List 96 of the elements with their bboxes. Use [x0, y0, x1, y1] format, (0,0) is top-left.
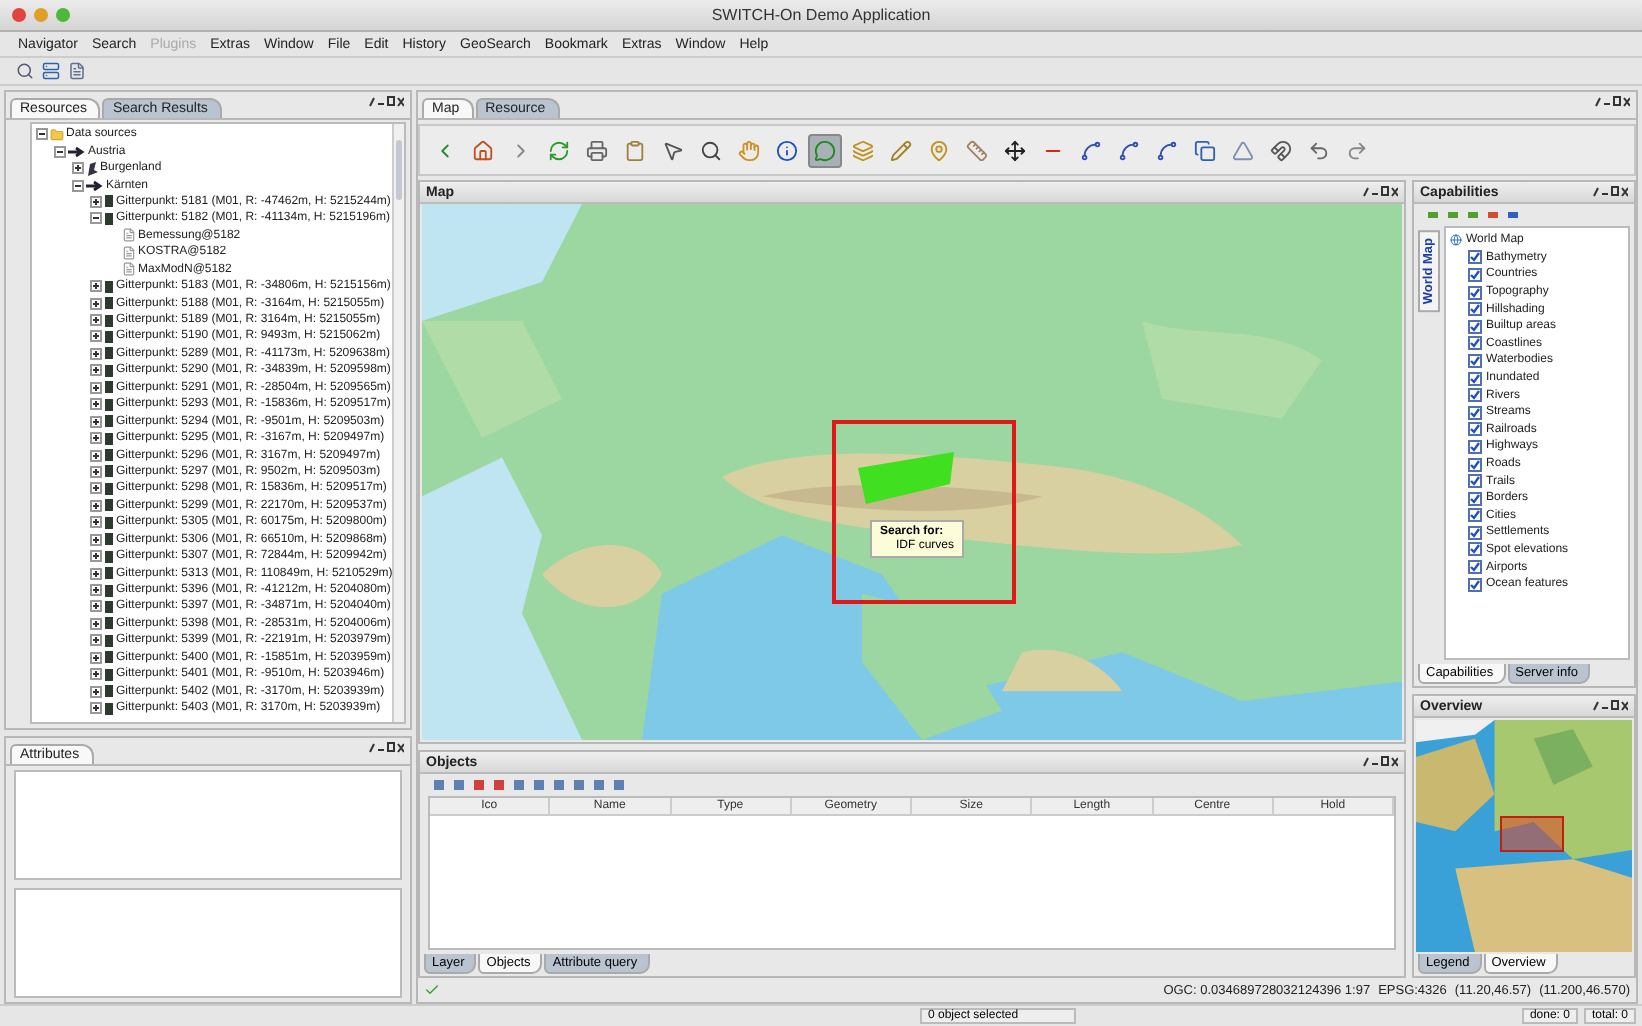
layer-checkbox[interactable]: [1468, 577, 1482, 592]
refresh-icon: [548, 139, 570, 161]
home-icon: [472, 139, 494, 161]
layer-checkbox[interactable]: [1468, 560, 1482, 575]
expand-icon[interactable]: [90, 651, 102, 664]
ruler-icon: [966, 139, 988, 161]
panel-controls-icon[interactable]: [368, 742, 404, 754]
expand-icon[interactable]: [90, 533, 102, 546]
expand-icon[interactable]: [90, 617, 102, 630]
clipboard-icon: [624, 139, 646, 161]
expand-icon[interactable]: [90, 702, 102, 715]
expand-icon[interactable]: [90, 482, 102, 495]
selection-rectangle[interactable]: [832, 420, 1016, 604]
region-icon: [86, 161, 98, 176]
layer-checkbox[interactable]: [1468, 302, 1482, 317]
panel-controls-icon[interactable]: [368, 96, 404, 108]
expand-icon[interactable]: [90, 347, 102, 360]
close-icon[interactable]: [12, 8, 26, 22]
panel-controls-icon[interactable]: [1594, 96, 1630, 108]
speech-bubble-button[interactable]: [808, 133, 842, 167]
expand-icon[interactable]: [90, 567, 102, 580]
expand-icon[interactable]: [90, 685, 102, 698]
info-icon: [776, 139, 798, 161]
expand-icon[interactable]: [90, 499, 102, 512]
collapse-icon[interactable]: [90, 212, 102, 225]
layer-checkbox[interactable]: [1468, 388, 1482, 403]
layer-checkbox[interactable]: [1468, 491, 1482, 506]
layer-checkbox[interactable]: [1468, 267, 1482, 282]
pointer-icon: [662, 139, 684, 161]
hand-icon: [738, 139, 760, 161]
layer-checkbox[interactable]: [1468, 285, 1482, 300]
globe-icon: [1450, 234, 1462, 247]
layer-checkbox[interactable]: [1468, 457, 1482, 472]
layer-checkbox[interactable]: [1468, 371, 1482, 386]
line-icon: [1118, 139, 1140, 161]
expand-icon[interactable]: [90, 280, 102, 293]
panel-controls-icon[interactable]: [1362, 186, 1398, 198]
expand-icon[interactable]: [90, 314, 102, 327]
scrollbar[interactable]: [392, 124, 404, 722]
expand-icon[interactable]: [90, 432, 102, 445]
collapse-icon[interactable]: [54, 145, 66, 158]
check-icon: [424, 982, 440, 998]
magnet-icon: [1270, 139, 1292, 161]
triangle-icon: [1232, 139, 1254, 161]
layers-icon: [852, 139, 874, 161]
expand-icon[interactable]: [90, 195, 102, 208]
pencil-icon: [890, 139, 912, 161]
expand-icon[interactable]: [90, 668, 102, 681]
arrow-icon: [68, 145, 86, 158]
server-icon[interactable]: [42, 62, 60, 80]
layer-checkbox[interactable]: [1468, 474, 1482, 489]
layer-checkbox[interactable]: [1468, 319, 1482, 334]
expand-icon[interactable]: [90, 516, 102, 529]
expand-icon[interactable]: [90, 634, 102, 647]
expand-icon[interactable]: [90, 600, 102, 613]
panel-controls-icon[interactable]: [1362, 756, 1398, 768]
expand-icon[interactable]: [72, 162, 84, 175]
layer-checkbox[interactable]: [1468, 525, 1482, 540]
line-icon: [1080, 139, 1102, 161]
line-icon: [1156, 139, 1178, 161]
move-icon: [1004, 139, 1026, 161]
redo-icon: [1346, 139, 1368, 161]
document-icon[interactable]: [68, 62, 86, 80]
expand-icon[interactable]: [90, 330, 102, 343]
expand-icon[interactable]: [90, 449, 102, 462]
copy-icon: [1194, 139, 1216, 161]
expand-icon[interactable]: [90, 364, 102, 377]
collapse-icon[interactable]: [36, 128, 48, 141]
collapse-icon[interactable]: [72, 179, 84, 192]
search-icon[interactable]: [16, 62, 34, 80]
expand-icon[interactable]: [90, 415, 102, 428]
expand-icon[interactable]: [90, 381, 102, 394]
layer-checkbox[interactable]: [1468, 508, 1482, 523]
layer-checkbox[interactable]: [1468, 422, 1482, 437]
layer-checkbox[interactable]: [1468, 542, 1482, 557]
layer-checkbox[interactable]: [1468, 439, 1482, 454]
search-icon: [700, 139, 722, 161]
expand-icon[interactable]: [90, 550, 102, 563]
panel-controls-icon[interactable]: [1592, 700, 1628, 712]
undo-icon: [1308, 139, 1330, 161]
layer-checkbox[interactable]: [1468, 336, 1482, 351]
pin-icon: [928, 139, 950, 161]
expand-icon[interactable]: [90, 465, 102, 478]
folder-icon: [50, 127, 64, 142]
expand-icon[interactable]: [90, 398, 102, 411]
printer-icon: [586, 139, 608, 161]
panel-controls-icon[interactable]: [1592, 186, 1628, 198]
speech-bubble-icon: [814, 139, 836, 161]
expand-icon[interactable]: [90, 297, 102, 310]
search-area: [858, 452, 958, 504]
window-title: SWITCH-On Demo Application: [711, 6, 931, 24]
arrow-icon: [86, 179, 104, 192]
layer-checkbox[interactable]: [1468, 405, 1482, 420]
expand-icon[interactable]: [90, 584, 102, 597]
layer-checkbox[interactable]: [1468, 250, 1482, 265]
layer-checkbox[interactable]: [1468, 353, 1482, 368]
